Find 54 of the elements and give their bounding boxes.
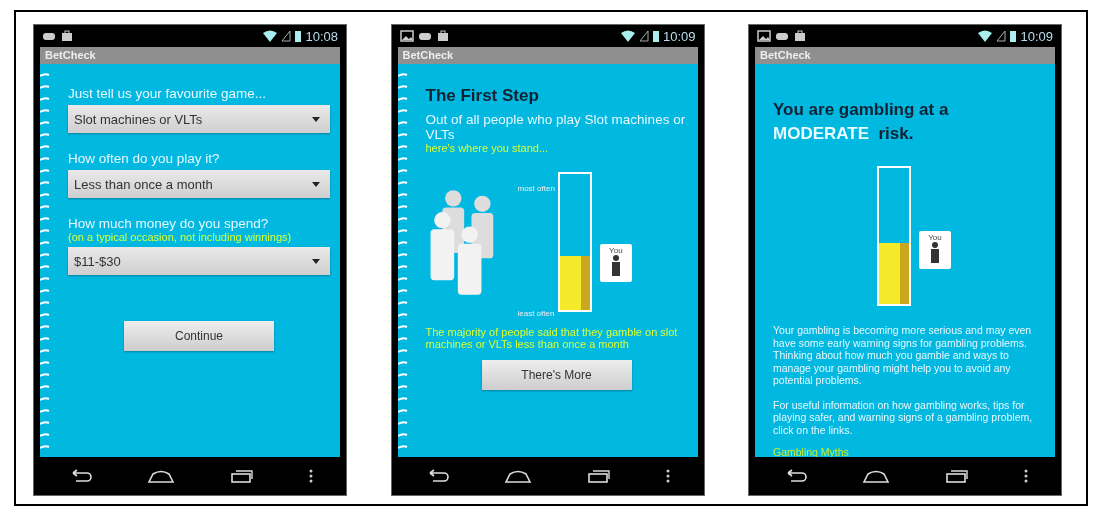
app-title-bar: BetCheck — [397, 47, 698, 64]
marker-label: You — [609, 246, 623, 255]
caption-text: The majority of people said that they gamble on slot machines or VLTs less than once a month — [425, 326, 679, 350]
signal-icon — [638, 30, 649, 42]
picture-icon — [399, 29, 414, 43]
signal-icon — [996, 30, 1007, 42]
status-time: 10:09 — [662, 28, 696, 44]
status-time: 10:08 — [305, 28, 338, 44]
person-icon — [610, 255, 621, 277]
battery-icon — [295, 30, 302, 42]
menu-icon[interactable] — [308, 469, 313, 483]
wifi-icon — [263, 30, 278, 42]
menu-icon[interactable] — [1023, 469, 1028, 483]
bag-icon — [60, 29, 74, 43]
screen-title: The First Step — [425, 86, 540, 106]
hint-text: here's where you stand... — [425, 142, 550, 154]
marker-label: You — [928, 233, 942, 242]
app-title-bar: BetCheck — [40, 47, 340, 64]
bag-icon — [435, 29, 450, 43]
home-icon[interactable] — [146, 469, 175, 483]
signal-icon — [281, 30, 292, 42]
risk-heading: You are gambling at a MODERATE risk. — [773, 99, 950, 145]
picture-icon — [757, 29, 771, 43]
body-text: Your gambling is becoming more serious and may even have some early warning signs for gambling problems. Thinking about how much you gamble and ways to manage your gambling might help you to avoid any potential problems. — [773, 324, 1033, 387]
recents-icon[interactable] — [229, 469, 254, 483]
question-label: Just tell us your favourite game... — [68, 86, 268, 101]
axis-label: most often — [517, 184, 555, 193]
hint-text: (on a typical occasion, not including winnings) — [68, 231, 293, 243]
wifi-icon — [978, 30, 993, 42]
axis-label: least often — [517, 309, 555, 318]
dropdown[interactable]: $11-$30 — [68, 247, 330, 275]
subtitle-text: Out of all people who play Slot machines or VLTs — [425, 112, 687, 142]
recents-icon[interactable] — [587, 469, 611, 483]
question-label: How much money do you spend? — [68, 216, 270, 231]
dropdown-caret-icon — [312, 116, 320, 122]
battery-icon — [1010, 30, 1017, 42]
battery-icon — [652, 30, 659, 42]
recents-icon[interactable] — [944, 469, 969, 483]
continue-button[interactable]: Continue — [124, 321, 274, 351]
person-icon — [930, 242, 940, 264]
status-time: 10:09 — [1020, 28, 1053, 44]
dropdown-caret-icon — [312, 181, 320, 187]
bag-icon — [793, 29, 807, 43]
body-text: For useful information on how gambling works, tips for playing safer, and warning signs of a gambling problem, click on the links. — [773, 398, 1034, 436]
wifi-icon — [620, 30, 635, 42]
dropdown-caret-icon — [312, 258, 320, 264]
app-title-bar: BetCheck — [755, 47, 1055, 64]
dropdown[interactable]: Less than once a month — [68, 170, 330, 198]
home-icon[interactable] — [861, 469, 890, 483]
menu-icon[interactable] — [666, 469, 670, 483]
question-label: How often do you play it? — [68, 151, 221, 166]
home-icon[interactable] — [504, 469, 532, 483]
dropdown[interactable]: Slot machines or VLTs — [68, 105, 330, 133]
more-button[interactable]: There's More — [481, 360, 632, 390]
